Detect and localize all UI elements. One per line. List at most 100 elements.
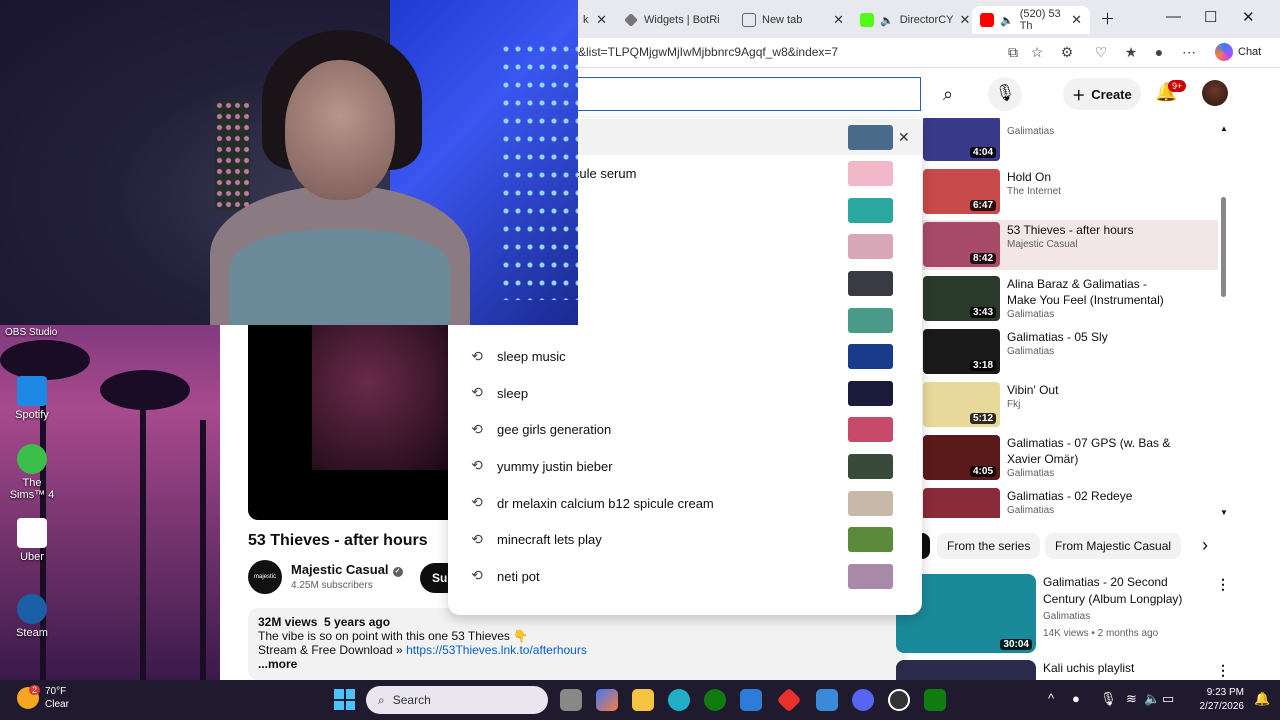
more-options-icon[interactable]: ⋮	[1216, 576, 1230, 593]
discord-icon[interactable]	[852, 689, 874, 711]
history-icon: ⟲	[471, 494, 483, 510]
edge-icon[interactable]	[668, 689, 690, 711]
start-icon[interactable]	[334, 689, 355, 710]
star-icon[interactable]: ☆	[1028, 44, 1046, 62]
weather-widget[interactable]: 70°F Clear	[17, 685, 69, 711]
tab-label: Widgets | BotRi	[644, 14, 720, 26]
suggestion-item[interactable]: ⟲ yummy justin bieber	[448, 448, 922, 484]
stream-link[interactable]: https://53Thieves.lnk.to/afterhours	[406, 643, 587, 657]
store-icon[interactable]	[740, 689, 762, 711]
playlist-item[interactable]: 4:05 Galimatias - 07 GPS (w. Bas & Xavier…	[920, 433, 1218, 483]
close-icon[interactable]: ✕	[833, 12, 844, 28]
notification-icon[interactable]: 🔔	[1254, 691, 1270, 707]
microphone-tray-icon[interactable]: 🎙	[1100, 691, 1117, 707]
battery-icon[interactable]: ▭	[1162, 691, 1174, 707]
suggestion-thumbnail	[848, 307, 893, 333]
close-icon[interactable]: ✕	[960, 12, 971, 28]
obs-icon[interactable]	[888, 689, 910, 711]
profile-icon[interactable]: ●	[1150, 44, 1168, 62]
desktop-icon-label: Uber	[20, 551, 44, 563]
chat-label: Chat	[1238, 46, 1262, 58]
more-options-icon[interactable]: ⋮	[1216, 662, 1230, 679]
copilot-icon[interactable]	[596, 689, 618, 711]
extensions-icon[interactable]: ⚙	[1058, 44, 1076, 62]
performance-icon[interactable]: ♡	[1092, 44, 1110, 62]
create-button[interactable]: ＋ Create	[1063, 78, 1141, 110]
history-icon: ⟲	[471, 384, 483, 401]
tab-new-tab[interactable]: New tab ✕	[734, 6, 852, 34]
search-icon[interactable]: ⌕	[921, 77, 975, 111]
playlist-item[interactable]: 3:43 Alina Baraz & Galimatias - Make You …	[920, 274, 1218, 324]
taskbar-search[interactable]: ⌕ Search	[366, 686, 548, 714]
playlist-item[interactable]: 4:04 Galimatias	[920, 118, 1218, 164]
maximize-button[interactable]: ☐	[1204, 8, 1217, 26]
wifi-icon[interactable]: ≋	[1126, 691, 1137, 707]
suggestion-item[interactable]: ⟲ gee girls generation	[448, 412, 922, 448]
suggestion-item[interactable]: ⟲ neti pot	[448, 558, 922, 594]
desktop-icon-spotify[interactable]: Spotify	[4, 376, 60, 421]
video-duration: 8:42	[969, 253, 996, 265]
minimize-button[interactable]: —	[1166, 8, 1181, 25]
playlist-item[interactable]: 5:12 Vibin' Out Fkj	[920, 380, 1218, 430]
suggestion-item[interactable]: ⟲ sleep	[448, 375, 922, 411]
screenshot-icon[interactable]: ⧉	[1004, 44, 1022, 62]
url-field[interactable]: &list=TLPQMjgwMjIwMjbbnrc9Agqf_w8&index=…	[578, 45, 838, 59]
app-red-icon[interactable]	[776, 687, 802, 713]
suggestion-item[interactable]: ⟲ minecraft lets play	[448, 522, 922, 558]
subscribe-button[interactable]: Su	[420, 563, 450, 593]
task-view-icon[interactable]	[560, 689, 582, 711]
scrollbar-thumb[interactable]	[1221, 197, 1226, 297]
video-duration: 30:04	[1000, 639, 1032, 650]
new-tab-button[interactable]: ＋	[1100, 8, 1115, 29]
chevron-right-icon[interactable]: ›	[1202, 535, 1208, 556]
suggestion-text: neti pot	[497, 568, 540, 584]
channel-name: Galimatias	[1007, 468, 1055, 480]
more-icon[interactable]: ⋯	[1180, 44, 1198, 62]
xbox-icon[interactable]	[704, 689, 726, 711]
chip-from-majestic[interactable]: From Majestic Casual	[1045, 533, 1182, 559]
avatar[interactable]	[1202, 80, 1228, 106]
description-box[interactable]: 32M views 5 years ago The vibe is so on …	[248, 608, 908, 680]
microphone-icon[interactable]: 🎙	[988, 77, 1022, 111]
channel-name[interactable]: Majestic Casual ✓	[291, 562, 403, 577]
suggestion-item[interactable]: ⟲ sleep music	[448, 339, 922, 375]
playlist-item[interactable]: 6:47 Hold On The Internet	[920, 167, 1218, 217]
close-window-button[interactable]: ✕	[1242, 8, 1255, 26]
webcam-overlay	[0, 0, 578, 325]
playlist-item[interactable]: 8:42 53 Thieves - after hours Majestic Cas…	[920, 220, 1218, 271]
system-clock[interactable]: 9:23 PM 2/27/2026	[1180, 686, 1245, 714]
remove-suggestion-icon[interactable]: ✕	[898, 129, 910, 146]
palm-frond	[0, 340, 90, 380]
favorites-icon[interactable]: ★	[1122, 44, 1140, 62]
close-icon[interactable]: ✕	[596, 12, 607, 28]
file-explorer-icon[interactable]	[632, 689, 654, 711]
xbox-app-icon[interactable]	[924, 689, 946, 711]
chevron-up-icon[interactable]: ^	[1048, 691, 1054, 706]
channel-logo[interactable]: majestic	[248, 560, 282, 594]
desktop-icon-steam[interactable]: Steam	[4, 594, 60, 639]
app-teams-icon[interactable]	[816, 689, 838, 711]
teams-tray-icon[interactable]: ●	[1072, 691, 1080, 706]
history-icon: ⟲	[471, 530, 483, 547]
recommended-video[interactable]: 30:04 Galimatias - 20 Second Century (Alb…	[896, 574, 1230, 654]
close-icon[interactable]: ✕	[1071, 12, 1082, 28]
history-icon: ⟲	[471, 457, 483, 474]
scroll-up-icon[interactable]: ▲	[1220, 124, 1228, 133]
more-link[interactable]: ...more	[258, 657, 898, 671]
playlist-scrollbar[interactable]: ▲ ▼	[1220, 122, 1228, 517]
volume-icon[interactable]: 🔈	[1144, 691, 1160, 707]
desktop-icon-uber[interactable]: Uber	[4, 518, 60, 563]
chip-from-series[interactable]: From the series	[937, 533, 1041, 559]
playlist-item[interactable]: 3:18 Galimatias - 05 Sly Galimatias	[920, 327, 1218, 377]
suggestion-thumbnail	[848, 527, 893, 553]
tab-directorcy[interactable]: 🔈 DirectorCY ✕	[852, 6, 970, 34]
suggestion-item[interactable]: ⟲ dr melaxin calcium b12 spicule cream	[448, 485, 922, 521]
scroll-down-icon[interactable]: ▼	[1220, 508, 1228, 517]
suggestion-thumbnail	[848, 490, 893, 516]
playlist-item[interactable]: Galimatias - 02 Redeye Galimatias	[920, 486, 1218, 518]
copilot-chat-button[interactable]: Chat	[1215, 43, 1261, 61]
tab-youtube[interactable]: 🔈 (520) 53 Th ✕	[972, 6, 1090, 34]
tab-widgets[interactable]: Widgets | BotRi	[616, 6, 734, 34]
desktop-icon-sims[interactable]: The Sims™ 4	[4, 444, 60, 501]
tab-1[interactable]: k ✕	[575, 6, 615, 34]
